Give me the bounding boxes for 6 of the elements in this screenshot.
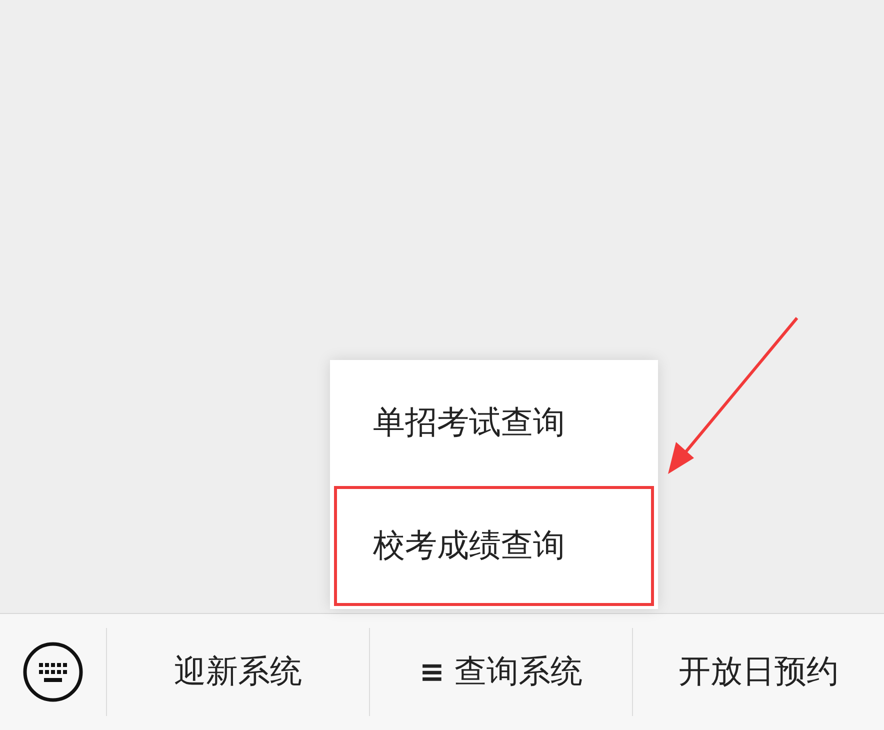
menu-tab[interactable]: 开放日预约 xyxy=(632,628,884,716)
menu-item[interactable]: 校考成绩查询 xyxy=(334,486,654,606)
keyboard-icon xyxy=(22,641,84,703)
menu-item[interactable]: 单招考试查询 xyxy=(334,363,654,483)
menu-tab[interactable]: 迎新系统 xyxy=(106,628,369,716)
menu-tab[interactable]: ≡ 查询系统 xyxy=(369,628,632,716)
